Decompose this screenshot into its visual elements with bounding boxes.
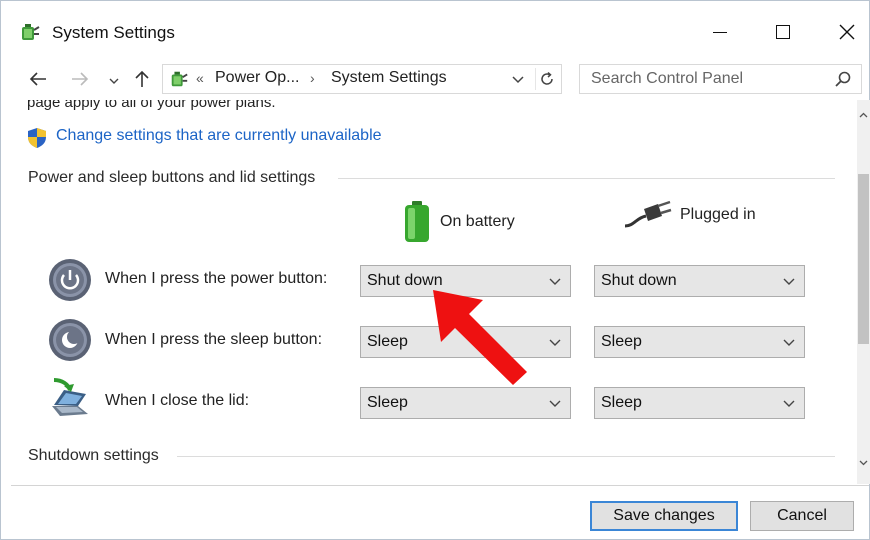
column-header-plugged-in: Plugged in: [624, 200, 756, 230]
sleep-button-icon: [49, 319, 91, 361]
scroll-thumb[interactable]: [858, 174, 869, 344]
maximize-button[interactable]: [760, 15, 806, 49]
breadcrumb-power-options[interactable]: Power Op...: [215, 69, 299, 87]
chevron-down-icon: [549, 400, 561, 407]
scroll-down-button[interactable]: [857, 456, 870, 470]
power-button-plugged-in-select[interactable]: Shut down: [594, 265, 805, 297]
section-heading-shutdown: Shutdown settings: [28, 447, 159, 464]
power-options-icon: [22, 24, 40, 40]
power-button-plugged-in-value: Shut down: [601, 272, 677, 289]
close-icon: [839, 24, 855, 40]
sleep-button-on-battery-value: Sleep: [367, 333, 408, 350]
power-plug-icon: [624, 200, 672, 228]
uac-shield-icon: [28, 128, 46, 148]
breadcrumb-separator[interactable]: ›: [310, 70, 315, 86]
power-button-icon: [49, 259, 91, 301]
back-button[interactable]: [27, 67, 49, 91]
lid-close-plugged-in-value: Sleep: [601, 394, 642, 411]
chevron-down-icon: [549, 278, 561, 285]
chevron-down-icon: [549, 339, 561, 346]
lid-close-on-battery-value: Sleep: [367, 394, 408, 411]
lid-close-on-battery-select[interactable]: Sleep: [360, 387, 571, 419]
lid-close-plugged-in-select[interactable]: Sleep: [594, 387, 805, 419]
breadcrumb-system-settings[interactable]: System Settings: [331, 69, 447, 87]
sleep-button-plugged-in-select[interactable]: Sleep: [594, 326, 805, 358]
up-button[interactable]: [131, 67, 153, 91]
chevron-down-icon: [859, 460, 868, 466]
power-options-icon: [171, 71, 188, 87]
system-settings-window: System Settings « Power Op... › System S…: [0, 0, 870, 540]
scroll-up-button[interactable]: [857, 108, 870, 122]
power-button-label: When I press the power button:: [105, 270, 328, 287]
on-battery-label: On battery: [440, 213, 515, 230]
section-divider: [338, 178, 835, 179]
column-header-on-battery: On battery: [402, 200, 515, 244]
up-arrow-icon: [135, 70, 149, 87]
sleep-button-label: When I press the sleep button:: [105, 331, 323, 348]
address-dropdown-icon[interactable]: [509, 70, 527, 88]
forward-button[interactable]: [69, 67, 91, 91]
vertical-scrollbar[interactable]: [857, 100, 870, 484]
plugged-in-label: Plugged in: [680, 206, 756, 223]
lid-close-label: When I close the lid:: [105, 392, 250, 409]
chevron-down-icon: [783, 339, 795, 346]
recent-locations-button[interactable]: [103, 69, 125, 93]
breadcrumb-overflow[interactable]: «: [196, 70, 204, 86]
refresh-button[interactable]: [535, 68, 557, 90]
section-divider: [177, 456, 835, 457]
footer-divider: [11, 485, 869, 486]
minimize-button[interactable]: [697, 15, 743, 49]
section-heading-power-buttons: Power and sleep buttons and lid settings: [28, 169, 316, 186]
navigation-bar: « Power Op... › System Settings: [1, 59, 869, 99]
battery-icon: [405, 201, 429, 242]
chevron-down-icon: [783, 400, 795, 407]
power-plans-note: page apply to all of your power plans.: [27, 100, 276, 111]
save-changes-button[interactable]: Save changes: [590, 501, 738, 531]
change-unavailable-settings-link[interactable]: Change settings that are currently unava…: [56, 127, 382, 145]
close-button[interactable]: [824, 15, 870, 49]
search-icon[interactable]: [834, 70, 852, 88]
chevron-down-icon: [783, 278, 795, 285]
sleep-button-plugged-in-value: Sleep: [601, 333, 642, 350]
red-annotation-arrow-icon: [433, 290, 527, 385]
laptop-lid-icon: [52, 378, 88, 416]
search-input[interactable]: [580, 65, 830, 93]
title-bar: System Settings: [1, 1, 869, 53]
chevron-down-icon: [109, 78, 119, 84]
refresh-icon: [540, 71, 553, 85]
cancel-button[interactable]: Cancel: [750, 501, 854, 531]
forward-arrow-icon: [72, 72, 89, 86]
minimize-icon: [713, 31, 727, 33]
chevron-up-icon: [859, 112, 868, 118]
search-box[interactable]: [579, 64, 862, 94]
window-title: System Settings: [52, 23, 175, 42]
maximize-icon: [776, 25, 790, 39]
address-bar[interactable]: « Power Op... › System Settings: [162, 64, 562, 94]
back-arrow-icon: [29, 72, 46, 86]
